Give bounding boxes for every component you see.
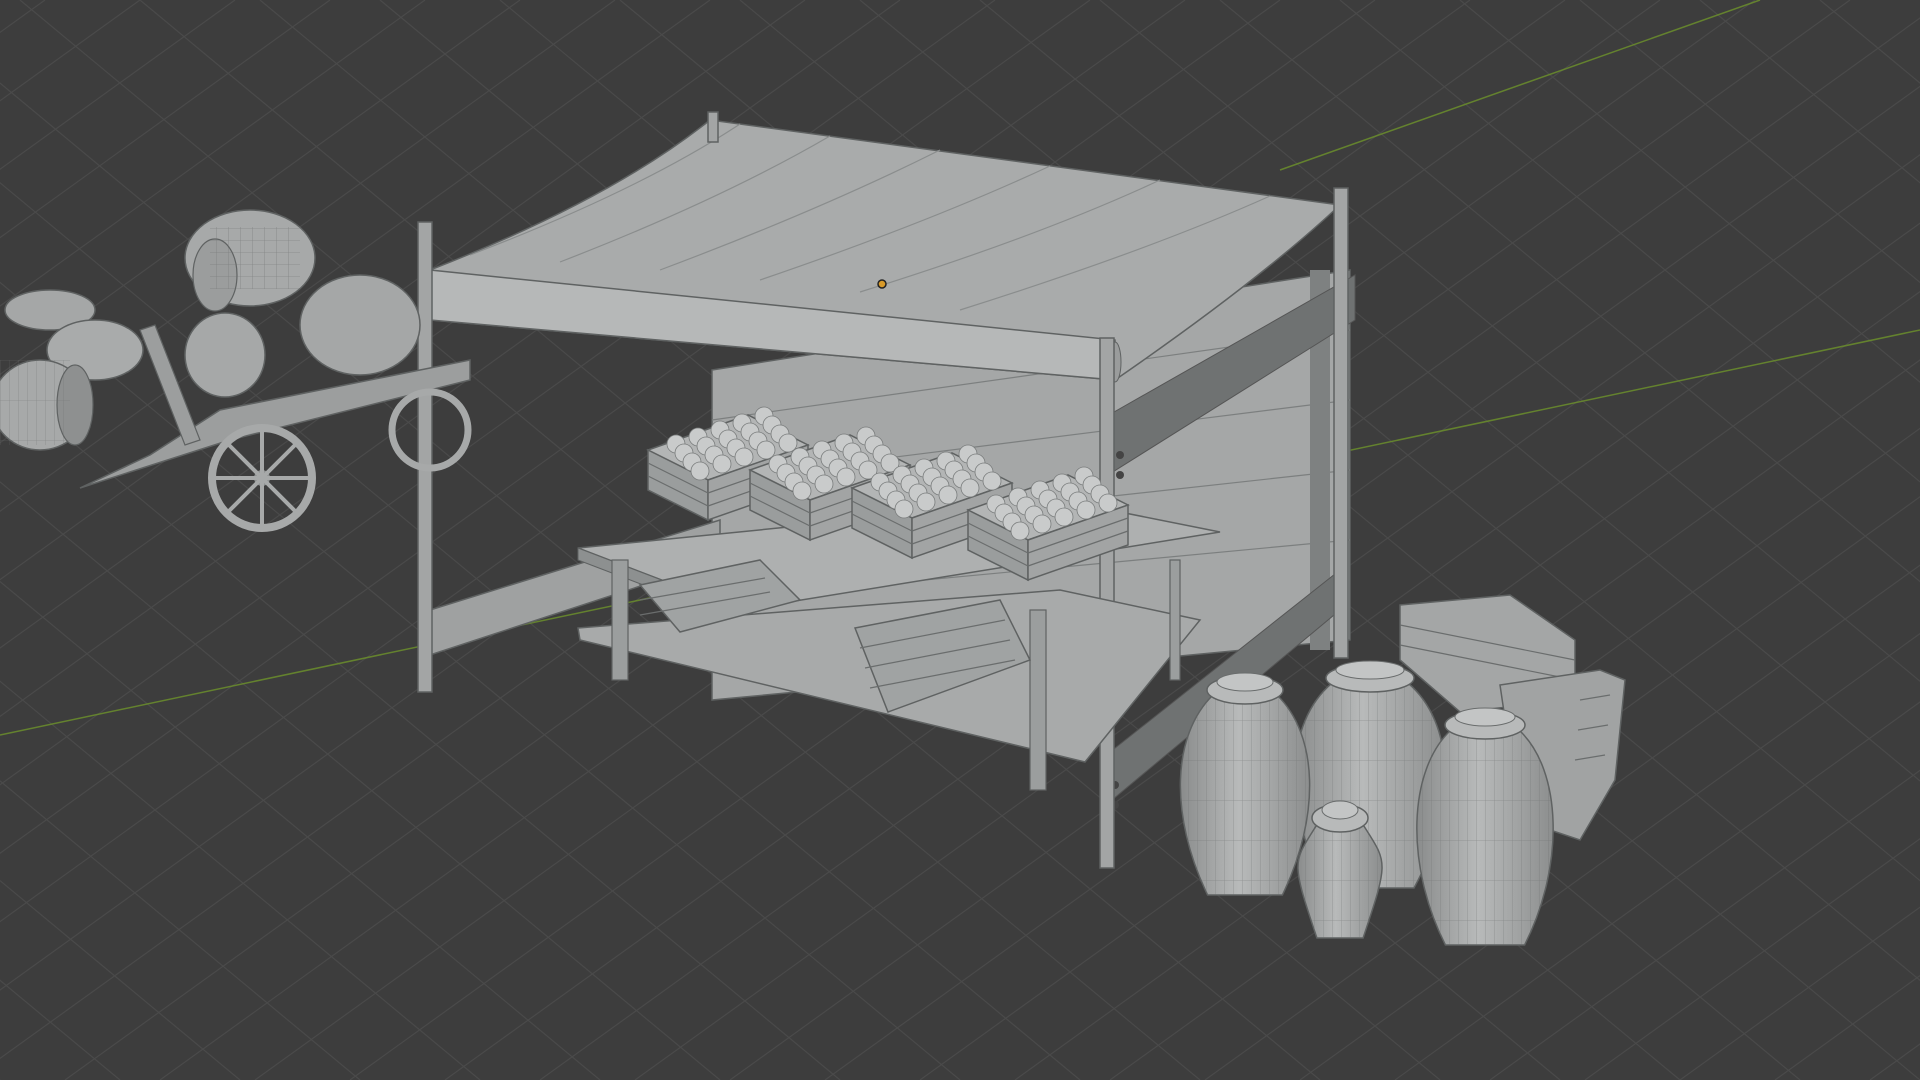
origin-marker[interactable] — [877, 279, 887, 289]
3d-viewport[interactable] — [0, 0, 1920, 1080]
barrel-pile[interactable] — [0, 289, 144, 451]
scene-canvas[interactable] — [0, 0, 1920, 1080]
barrel-stack[interactable] — [184, 209, 421, 398]
